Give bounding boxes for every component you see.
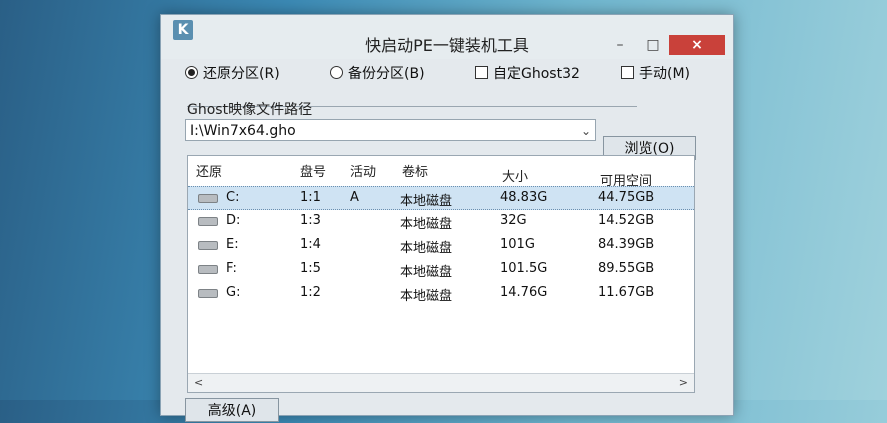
col-volume-label: 卷标 [402, 165, 429, 180]
row-drive: D: [226, 213, 241, 228]
row-drive: F: [226, 261, 237, 276]
row-free-space: 44.75GB [598, 190, 655, 205]
advanced-button[interactable]: 高级(A) [185, 398, 279, 422]
row-drive: E: [226, 237, 239, 252]
row-volume-label: 本地磁盘 [400, 194, 453, 209]
row-size: 32G [500, 213, 527, 228]
manual-checkbox[interactable]: 手动(M) [621, 63, 690, 83]
col-active: 活动 [350, 165, 377, 180]
horizontal-scrollbar[interactable]: < > [188, 373, 694, 392]
maximize-button[interactable]: □ [639, 35, 667, 55]
backup-partition-radio[interactable]: 备份分区(B) [330, 63, 425, 83]
checkbox-icon [475, 66, 488, 79]
table-row[interactable]: F: 1:5 本地磁盘 101.5G 89.55GB [188, 258, 694, 280]
partition-table: 还原 盘号 活动 卷标 大小 可用空间 C: 1:1 A 本地磁盘 48.83G… [187, 155, 695, 393]
col-disk-num: 盘号 [300, 165, 327, 180]
custom-ghost32-label: 自定Ghost32 [493, 66, 580, 82]
drive-icon [198, 265, 218, 274]
table-row[interactable]: D: 1:3 本地磁盘 32G 14.52GB [188, 210, 694, 232]
drive-icon [198, 217, 218, 226]
scroll-left-icon[interactable]: < [194, 376, 203, 389]
col-size: 大小 [502, 170, 529, 185]
title-bar[interactable]: K 快启动PE一键装机工具 – □ × [161, 15, 733, 59]
row-size: 48.83G [500, 190, 548, 205]
table-row[interactable]: E: 1:4 本地磁盘 101G 84.39GB [188, 234, 694, 256]
installer-window: K 快启动PE一键装机工具 – □ × 还原分区(R) 备份分区(B) 自定Gh… [160, 14, 734, 422]
row-disk-num: 1:1 [300, 190, 321, 205]
row-disk-num: 1:2 [300, 285, 321, 300]
col-restore: 还原 [196, 165, 223, 180]
row-size: 101G [500, 237, 535, 252]
restore-partition-label: 还原分区(R) [203, 66, 280, 82]
row-disk-num: 1:3 [300, 213, 321, 228]
table-row[interactable]: C: 1:1 A 本地磁盘 48.83G 44.75GB [188, 186, 694, 210]
row-free-space: 84.39GB [598, 237, 655, 252]
image-path-input[interactable]: I:\Win7x64.gho ⌄ [185, 119, 596, 141]
row-disk-num: 1:4 [300, 237, 321, 252]
radio-selected-icon [185, 66, 198, 79]
checkbox-icon [621, 66, 634, 79]
row-free-space: 11.67GB [598, 285, 655, 300]
row-free-space: 14.52GB [598, 213, 655, 228]
row-volume-label: 本地磁盘 [400, 289, 453, 304]
table-header: 还原 盘号 活动 卷标 大小 可用空间 [188, 156, 694, 189]
drive-icon [198, 194, 218, 203]
row-free-space: 89.55GB [598, 261, 655, 276]
drive-icon [198, 241, 218, 250]
row-volume-label: 本地磁盘 [400, 265, 453, 280]
image-path-label: Ghost映像文件路径 [187, 102, 313, 118]
row-size: 101.5G [500, 261, 548, 276]
image-path-value: I:\Win7x64.gho [190, 123, 296, 139]
backup-partition-label: 备份分区(B) [348, 66, 425, 82]
row-drive: C: [226, 190, 240, 205]
close-button[interactable]: × [669, 35, 725, 55]
chevron-down-icon[interactable]: ⌄ [581, 120, 591, 142]
row-volume-label: 本地磁盘 [400, 241, 453, 256]
row-active: A [350, 190, 359, 205]
row-size: 14.76G [500, 285, 548, 300]
drive-icon [198, 289, 218, 298]
row-disk-num: 1:5 [300, 261, 321, 276]
restore-partition-radio[interactable]: 还原分区(R) [185, 63, 280, 83]
scroll-right-icon[interactable]: > [679, 376, 688, 389]
row-volume-label: 本地磁盘 [400, 217, 453, 232]
manual-label: 手动(M) [639, 66, 691, 82]
custom-ghost32-checkbox[interactable]: 自定Ghost32 [475, 63, 580, 83]
minimize-button[interactable]: – [606, 35, 634, 55]
row-drive: G: [226, 285, 241, 300]
radio-unselected-icon [330, 66, 343, 79]
table-row[interactable]: G: 1:2 本地磁盘 14.76G 11.67GB [188, 282, 694, 304]
